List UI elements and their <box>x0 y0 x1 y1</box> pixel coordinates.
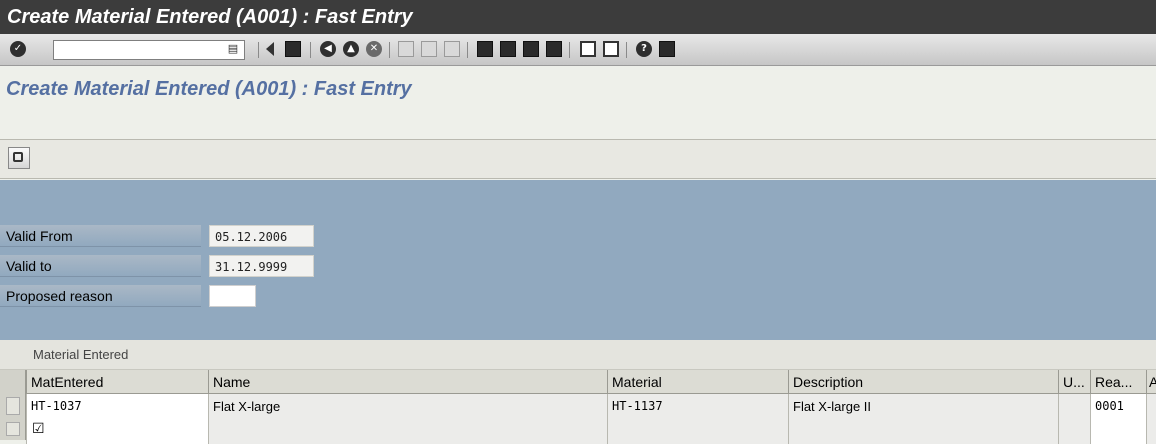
column-header-matentered[interactable]: MatEntered <box>26 370 208 394</box>
find-next-icon[interactable] <box>444 41 460 57</box>
application-toolbar <box>0 139 1156 179</box>
cancel-icon[interactable]: ✕ <box>366 41 382 57</box>
copy-icon <box>13 152 23 162</box>
command-field[interactable] <box>53 40 245 60</box>
reason-cell[interactable] <box>1090 419 1146 444</box>
header-panel: Valid From 05.12.2006 Valid to 31.12.999… <box>0 180 1156 340</box>
enter-check-icon[interactable]: ✓ <box>10 41 26 57</box>
select-all-cell[interactable] <box>0 370 26 394</box>
entry-cursor-icon: ☑ <box>32 421 45 437</box>
valid-to-label: Valid to <box>0 255 201 277</box>
row-selector[interactable] <box>0 419 26 440</box>
column-header-a[interactable]: A <box>1146 370 1156 394</box>
column-header-unit[interactable]: U... <box>1058 370 1090 394</box>
material-cell: HT-1137 <box>607 394 788 419</box>
new-session-icon[interactable] <box>580 41 596 57</box>
table-row: HT-1037 Flat X-large HT-1137 Flat X-larg… <box>0 394 1156 419</box>
valid-from-label: Valid From <box>0 225 201 247</box>
previous-page-icon[interactable] <box>500 41 516 57</box>
window-title: Create Material Entered (A001) : Fast En… <box>0 0 1156 34</box>
copy-button[interactable] <box>8 147 30 169</box>
page-title: Create Material Entered (A001) : Fast En… <box>6 78 412 100</box>
help-icon[interactable]: ? <box>636 41 652 57</box>
exit-icon[interactable]: ▲ <box>343 41 359 57</box>
valid-from-field[interactable]: 05.12.2006 <box>209 225 314 247</box>
material-entered-table: Material Entered MatEntered Name Materia… <box>0 340 1156 444</box>
command-history-icon[interactable]: ▤ <box>226 42 240 56</box>
a-cell <box>1146 419 1156 444</box>
find-icon[interactable] <box>421 41 437 57</box>
matentered-cell[interactable] <box>26 419 208 444</box>
a-cell <box>1146 394 1156 419</box>
toolbar-separator <box>310 42 311 58</box>
proposed-reason-label: Proposed reason <box>0 285 201 307</box>
column-header-description[interactable]: Description <box>788 370 1058 394</box>
column-header-reason[interactable]: Rea... <box>1090 370 1146 394</box>
back-icon[interactable]: ◀ <box>320 41 336 57</box>
name-cell <box>208 419 607 444</box>
unit-cell <box>1058 394 1090 419</box>
save-icon[interactable] <box>285 41 301 57</box>
description-cell <box>788 419 1058 444</box>
toolbar-separator <box>626 42 627 58</box>
description-cell: Flat X-large II <box>788 394 1058 419</box>
print-icon[interactable] <box>398 41 414 57</box>
valid-to-field[interactable]: 31.12.9999 <box>209 255 314 277</box>
proposed-reason-field[interactable] <box>209 285 256 307</box>
layout-menu-icon[interactable] <box>659 41 675 57</box>
column-header-name[interactable]: Name <box>208 370 607 394</box>
table-header: MatEntered Name Material Description U..… <box>0 370 1156 394</box>
toolbar-separator <box>389 42 390 58</box>
shortcut-icon[interactable] <box>603 41 619 57</box>
system-toolbar: ✓ ▤ ◀ ▲ ✕ ? <box>0 34 1156 66</box>
table-title: Material Entered <box>0 340 1156 370</box>
column-header-material[interactable]: Material <box>607 370 788 394</box>
toolbar-separator <box>569 42 570 58</box>
matentered-cell[interactable]: HT-1037 <box>26 394 208 419</box>
toolbar-separator <box>467 42 468 58</box>
row-selector[interactable] <box>0 394 26 419</box>
last-page-icon[interactable] <box>546 41 562 57</box>
toolbar-separator <box>258 42 259 58</box>
first-page-icon[interactable] <box>477 41 493 57</box>
name-cell: Flat X-large <box>208 394 607 419</box>
next-page-icon[interactable] <box>523 41 539 57</box>
material-cell <box>607 419 788 444</box>
unit-cell <box>1058 419 1090 444</box>
reason-cell[interactable]: 0001 <box>1090 394 1146 419</box>
table-row: ☑ <box>0 419 1156 444</box>
collapse-toolbar-icon[interactable] <box>266 42 274 56</box>
